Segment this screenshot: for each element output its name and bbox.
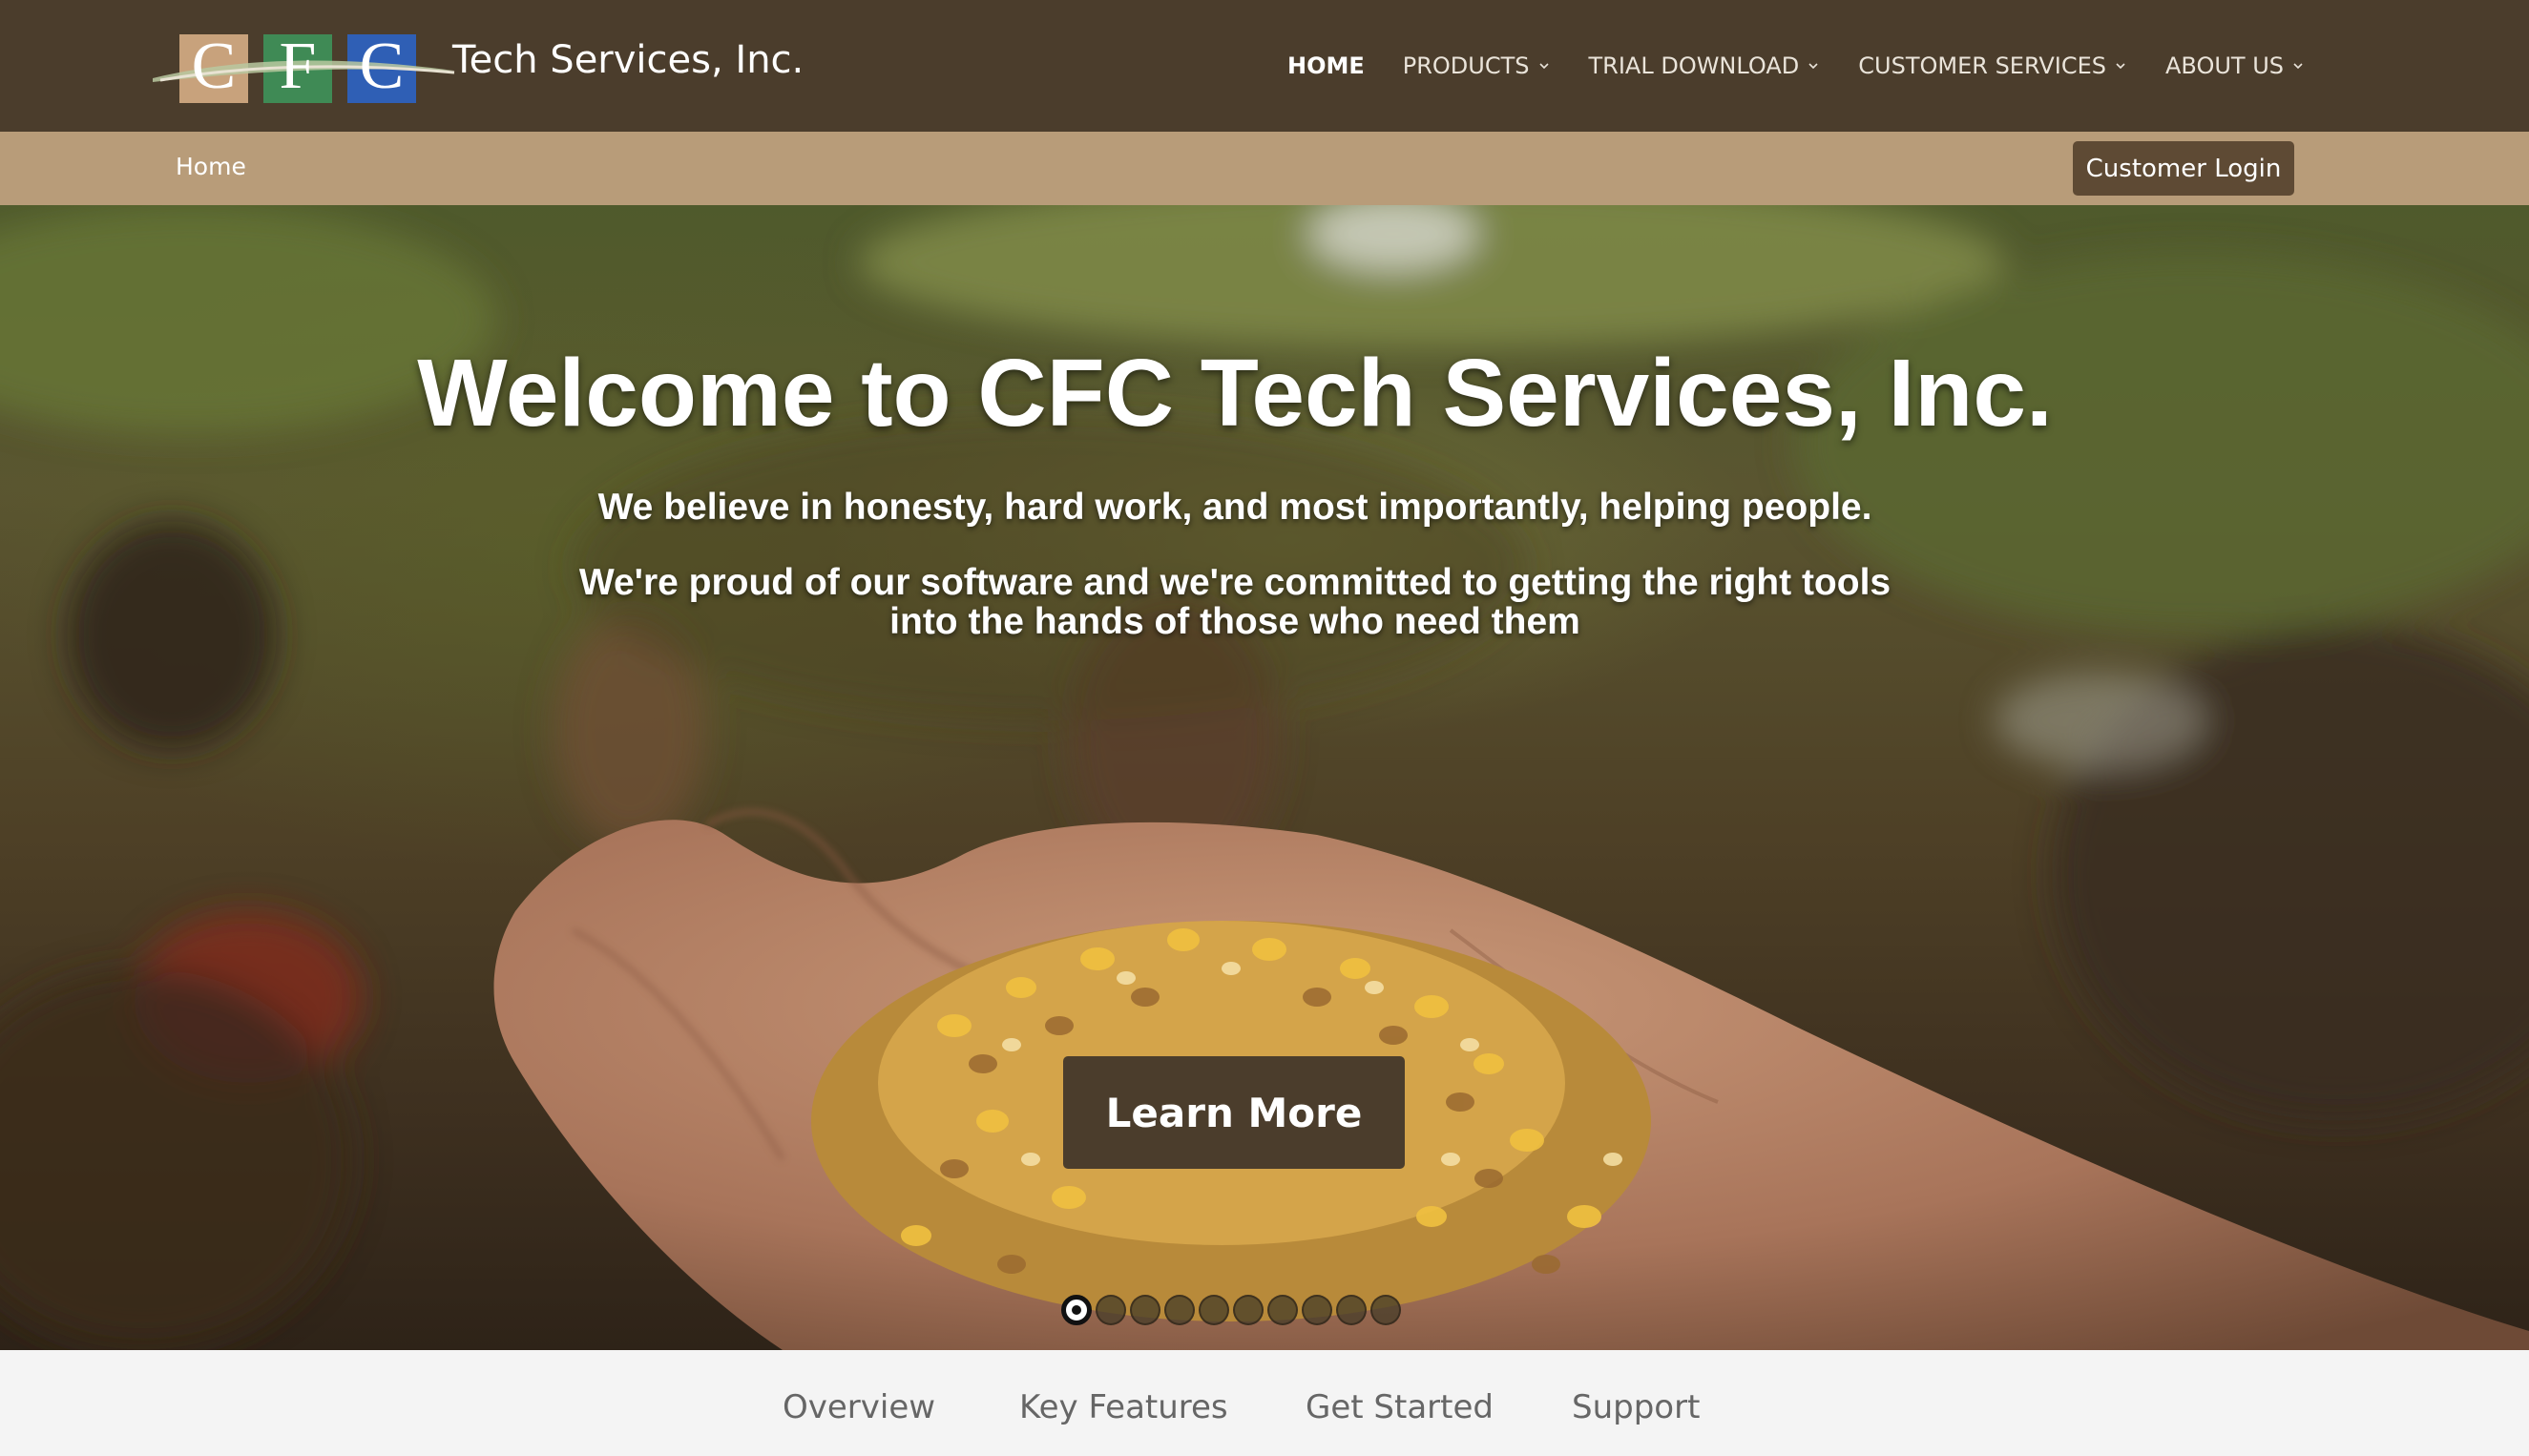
chevron-down-icon [2293,63,2303,70]
nav-customer-services[interactable]: CUSTOMER SERVICES [1858,52,2127,79]
nav-products[interactable]: PRODUCTS [1403,52,1551,79]
nav-trial-download[interactable]: TRIAL DOWNLOAD [1589,52,1821,79]
tab-key-features[interactable]: Key Features [1019,1388,1228,1426]
nav-home-label: HOME [1286,52,1365,79]
tab-overview[interactable]: Overview [783,1388,935,1426]
nav-home[interactable]: HOME [1287,52,1365,79]
logo-letter-c1: C [192,30,237,103]
main-nav: HOME PRODUCTS TRIAL DOWNLOAD CUSTOMER SE… [1287,0,2305,132]
brand-name[interactable]: Tech Services, Inc. [452,38,804,82]
breadcrumb-home[interactable]: Home [176,153,246,180]
hero-tagline: We believe in honesty, hard work, and mo… [597,487,1872,528]
hero-title: Welcome to CFC Tech Services, Inc. [417,340,2053,447]
chevron-down-icon [1538,63,1549,70]
cfc-logo[interactable]: C F C [151,29,456,111]
logo-letter-c2: C [360,30,405,103]
chevron-down-icon [1808,63,1818,70]
carousel-dot-7[interactable] [1267,1295,1298,1325]
customer-login-button[interactable]: Customer Login [2073,141,2294,196]
carousel-dot-8[interactable] [1302,1295,1332,1325]
carousel-dot-3[interactable] [1130,1295,1160,1325]
carousel-dot-4[interactable] [1164,1295,1195,1325]
nav-about-us-label: ABOUT US [2164,52,2284,79]
chevron-down-icon [2116,63,2125,70]
nav-trial-download-label: TRIAL DOWNLOAD [1588,52,1800,79]
learn-more-button[interactable]: Learn More [1063,1056,1405,1169]
nav-about-us[interactable]: ABOUT US [2165,52,2305,79]
carousel-dot-9[interactable] [1336,1295,1367,1325]
hero-mission-line-1: We're proud of our software and we're co… [578,562,1892,603]
carousel-dot-2[interactable] [1096,1295,1126,1325]
section-tabs: Overview Key Features Get Started Suppor… [0,1350,2529,1456]
logo-letter-f: F [280,30,317,103]
hero-mission-line-2: into the hands of those who need them [889,601,1580,642]
carousel-dot-1[interactable] [1061,1295,1092,1325]
hero-carousel: Welcome to CFC Tech Services, Inc. We be… [0,205,2529,1350]
tab-get-started[interactable]: Get Started [1306,1388,1494,1426]
carousel-dot-10[interactable] [1370,1295,1401,1325]
top-navbar: C F C Tech Services, Inc. HOME PRODUCTS … [0,0,2529,132]
nav-customer-services-label: CUSTOMER SERVICES [1858,52,2106,79]
tab-support[interactable]: Support [1572,1388,1700,1426]
hero-mission: We're proud of our software and we're co… [0,563,2470,641]
carousel-dot-6[interactable] [1233,1295,1264,1325]
carousel-indicators [1061,1295,1401,1325]
carousel-dot-5[interactable] [1199,1295,1229,1325]
nav-products-label: PRODUCTS [1402,52,1530,79]
